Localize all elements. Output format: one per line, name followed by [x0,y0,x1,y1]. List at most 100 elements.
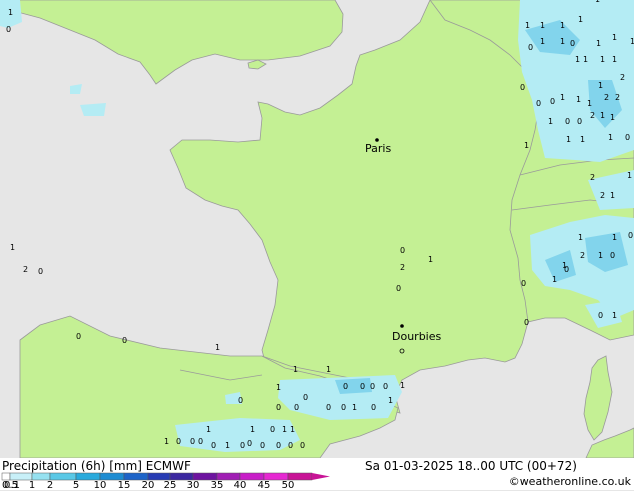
precip-value-label: 1 [428,255,433,264]
colorbar-tick-label: 10 [93,480,107,491]
precip-value-label: 1 [595,0,600,4]
precip-value-label: 1 [293,365,298,374]
precip-value-label: 0 [211,441,216,450]
precip-value-label: 1 [612,33,617,42]
precip-value-label: 2 [620,73,625,82]
precip-value-label: 1 [612,55,617,64]
precip-value-label: 2 [23,265,28,274]
precip-value-label: 1 [525,21,530,30]
legend-title: Precipitation (6h) [mm] ECMWF [2,459,191,473]
precip-value-label: 1 [215,343,220,352]
forecast-datetime: Sa 01-03-2025 18..00 UTC (00+72) [365,459,577,473]
precip-value-label: 1 [164,437,169,446]
colorbar-segment [123,472,149,481]
precip-value-label: 1 [627,171,632,180]
precip-value-label: 1 [540,21,545,30]
colorbar-tick-label: 1 [28,480,36,491]
precip-value-label: 1 [560,37,565,46]
colorbar-tick-label: 20 [141,480,155,491]
colorbar-segment [169,472,194,481]
precip-value-label: 1 [583,55,588,64]
precip-value-label: 1 [576,95,581,104]
colorbar-tick-label: 5 [72,480,80,491]
precip-value-label: 2 [590,111,595,120]
precip-value-label: 0 [238,396,243,405]
colorbar-segment [49,472,77,481]
precip-value-label: 1 [282,425,287,434]
precip-value-label: 1 [600,55,605,64]
credit-text: ©weatheronline.co.uk [508,475,631,488]
precip-value-label: 1 [290,425,295,434]
precip-value-label: 0 [628,231,633,240]
precip-value-label: 1 [608,133,613,142]
precip-value-label: 1 [552,275,557,284]
precip-value-label: 1 [578,15,583,24]
colorbar-segment [1,472,11,481]
precip-value-label: 0 [570,39,575,48]
precip-value-label: 0 [343,382,348,391]
precip-value-label: 2 [590,173,595,182]
precip-value-label: 1 [400,381,405,390]
precip-value-label: 1 [548,117,553,126]
colorbar-segment [75,472,101,481]
precip-value-label: 0 [400,246,405,255]
precip-value-label: 0 [564,265,569,274]
precip-value-label: 0 [198,437,203,446]
colorbar-tick-label: 15 [117,480,131,491]
colorbar-segment [192,472,218,481]
precip-value-label: 0 [276,403,281,412]
colorbar-tick-label: 0.5 [2,480,18,491]
precip-value-label: 0 [528,43,533,52]
colorbar-segment [263,472,289,481]
precip-value-label: 0 [370,382,375,391]
colorbar-segment [239,472,265,481]
precip-value-label: 1 [388,396,393,405]
precip-value-label: 1 [326,365,331,374]
precip-value-label: 1 [352,403,357,412]
colorbar-tick-label: 2 [46,480,54,491]
precip-value-label: 0 [520,83,525,92]
colorbar-segment [147,472,171,481]
precip-value-label: 0 [176,437,181,446]
precip-value-label: 1 [276,383,281,392]
colorbar-tick-label: 35 [210,480,224,491]
precip-value-label: 1 [250,425,255,434]
precip-value-label: 1 [610,113,615,122]
precip-value-label: 1 [610,191,615,200]
precip-value-label: 0 [598,311,603,320]
precipitation-map: Paris Dourbies 1011111110101111112100022… [0,0,634,458]
precip-value-label: 1 [598,251,603,260]
precip-value-label: 0 [521,279,526,288]
precip-value-label: 1 [225,441,230,450]
precip-value-label: 1 [598,81,603,90]
precip-value-label: 1 [596,39,601,48]
precip-value-label: 2 [400,263,405,272]
precip-value-label: 0 [240,441,245,450]
precip-value-label: 0 [577,117,582,126]
precip-value-label: 1 [587,99,592,108]
precip-value-label: 0 [122,336,127,345]
precip-value-label: 0 [536,99,541,108]
precip-value-label: 0 [303,393,308,402]
city-label-dourbies: Dourbies [392,330,442,343]
precip-value-label: 1 [560,21,565,30]
precip-value-label: 0 [565,117,570,126]
precip-value-label: 2 [600,191,605,200]
precip-value-label: 0 [294,403,299,412]
colorbar-segment [216,472,241,481]
precip-value-label: 0 [270,425,275,434]
precip-value-label: 2 [580,251,585,260]
precip-value-label: 1 [540,37,545,46]
precip-value-label: 1 [575,55,580,64]
precip-value-label: 1 [8,8,13,17]
precip-value-label: 0 [550,97,555,106]
precip-value-label: 0 [288,441,293,450]
colorbar-tick-label: 50 [281,480,295,491]
precip-value-label: 0 [247,439,252,448]
precip-value-label: 0 [625,133,630,142]
colorbar-segment [287,472,313,481]
city-label-paris: Paris [365,142,391,155]
precip-value-label: 1 [560,93,565,102]
precip-value-label: 1 [10,243,15,252]
precip-value-label: 0 [341,403,346,412]
